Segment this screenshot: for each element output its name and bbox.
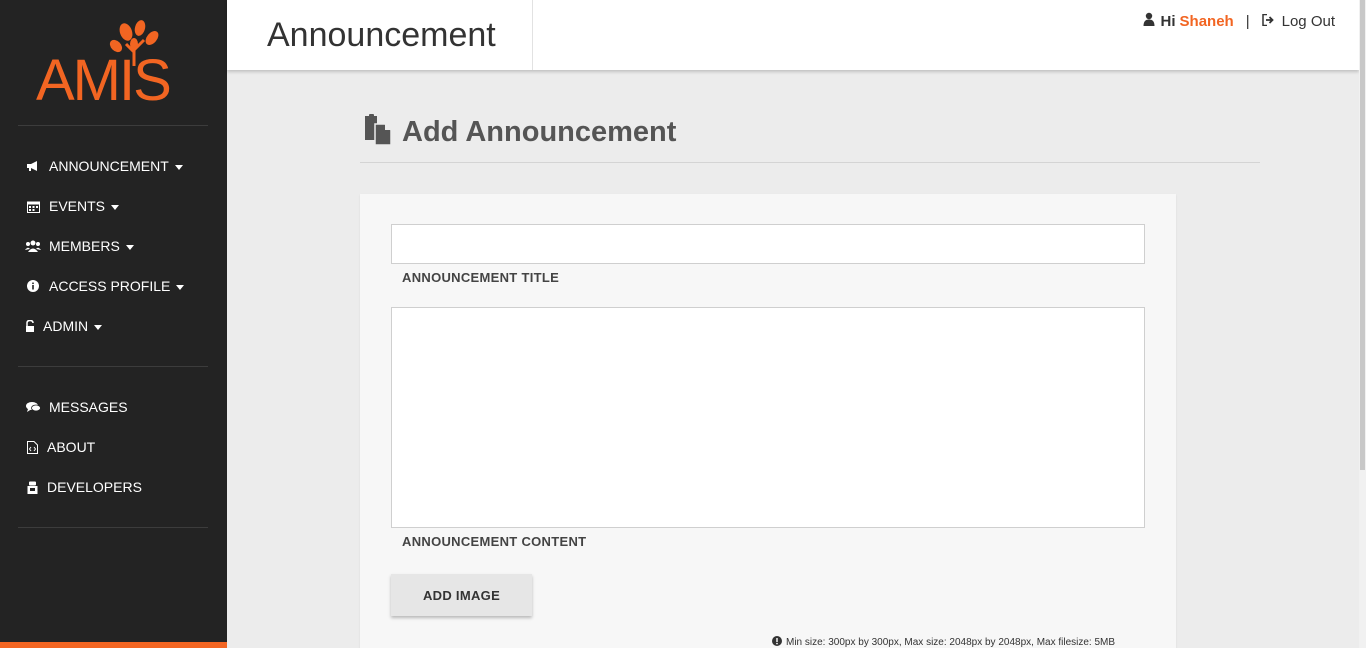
info-circle-icon <box>24 279 42 293</box>
sidebar: AMIS ANNOUNCEMENT EVENTS MEMBERS ACCESS … <box>0 0 227 648</box>
unlock-icon <box>24 319 36 333</box>
sidebar-item-label: DEVELOPERS <box>47 479 142 495</box>
user-separator: | <box>1245 12 1250 30</box>
announcement-title-input[interactable] <box>391 224 1145 264</box>
comments-icon <box>24 400 42 414</box>
logo-text: AMIS <box>36 48 172 113</box>
announcement-content-label: ANNOUNCEMENT CONTENT <box>402 534 587 549</box>
section-title: Add Announcement <box>402 116 677 148</box>
image-size-hint: Min size: 300px by 300px, Max size: 2048… <box>772 636 1115 648</box>
logout-link[interactable]: Log Out <box>1261 12 1335 30</box>
caret-down-icon <box>94 325 103 330</box>
developer-icon <box>24 480 40 494</box>
sidebar-item-announcement[interactable]: ANNOUNCEMENT <box>24 154 183 178</box>
sidebar-item-messages[interactable]: MESSAGES <box>24 395 128 419</box>
sidebar-accent-bar <box>0 642 227 648</box>
file-code-icon <box>24 440 40 454</box>
sidebar-item-label: ADMIN <box>43 318 89 334</box>
sidebar-item-members[interactable]: MEMBERS <box>24 234 134 258</box>
sign-out-icon <box>1261 13 1276 30</box>
exclamation-circle-icon <box>772 636 782 648</box>
section-heading: Add Announcement <box>362 114 676 151</box>
user-bar: Hi Shaneh | Log Out <box>1143 12 1335 30</box>
sidebar-divider <box>18 366 208 367</box>
username[interactable]: Shaneh <box>1180 13 1234 30</box>
sidebar-item-events[interactable]: EVENTS <box>24 194 120 218</box>
logout-label: Log Out <box>1281 12 1335 30</box>
sidebar-divider <box>18 125 208 126</box>
sidebar-item-label: MESSAGES <box>49 399 128 415</box>
copy-document-icon <box>362 114 394 151</box>
caret-down-icon <box>176 285 185 290</box>
heading-divider <box>360 162 1260 163</box>
announcement-content-textarea[interactable] <box>391 307 1145 528</box>
page-title: Announcement <box>267 16 496 54</box>
amis-logo[interactable]: AMIS <box>36 18 192 110</box>
hint-text: Min size: 300px by 300px, Max size: 2048… <box>786 637 1116 648</box>
user-icon <box>1143 12 1155 30</box>
sidebar-item-label: ACCESS PROFILE <box>49 278 171 294</box>
caret-down-icon <box>125 245 134 250</box>
sidebar-item-admin[interactable]: ADMIN <box>24 314 103 338</box>
users-icon <box>24 239 42 253</box>
calendar-icon <box>24 199 42 213</box>
header-divider <box>532 0 533 70</box>
sidebar-divider <box>18 527 208 528</box>
sidebar-item-label: ANNOUNCEMENT <box>49 158 169 174</box>
sidebar-item-label: EVENTS <box>49 198 106 214</box>
sidebar-item-developers[interactable]: DEVELOPERS <box>24 475 142 499</box>
scrollbar-thumb[interactable] <box>1360 0 1365 470</box>
bullhorn-icon <box>24 159 42 173</box>
sidebar-item-about[interactable]: ABOUT <box>24 435 95 459</box>
caret-down-icon <box>174 165 183 170</box>
greeting: Hi <box>1160 12 1176 30</box>
announcement-form: ANNOUNCEMENT TITLE ANNOUNCEMENT CONTENT … <box>360 194 1176 648</box>
sidebar-item-label: MEMBERS <box>49 238 120 254</box>
announcement-title-label: ANNOUNCEMENT TITLE <box>402 270 560 285</box>
caret-down-icon <box>111 205 120 210</box>
sidebar-item-label: ABOUT <box>47 439 96 455</box>
add-image-button[interactable]: ADD IMAGE <box>391 574 532 616</box>
top-header: Announcement Hi Shaneh | Log Out <box>227 0 1359 70</box>
sidebar-item-access-profile[interactable]: ACCESS PROFILE <box>24 274 185 298</box>
page-scrollbar[interactable] <box>1359 0 1366 648</box>
